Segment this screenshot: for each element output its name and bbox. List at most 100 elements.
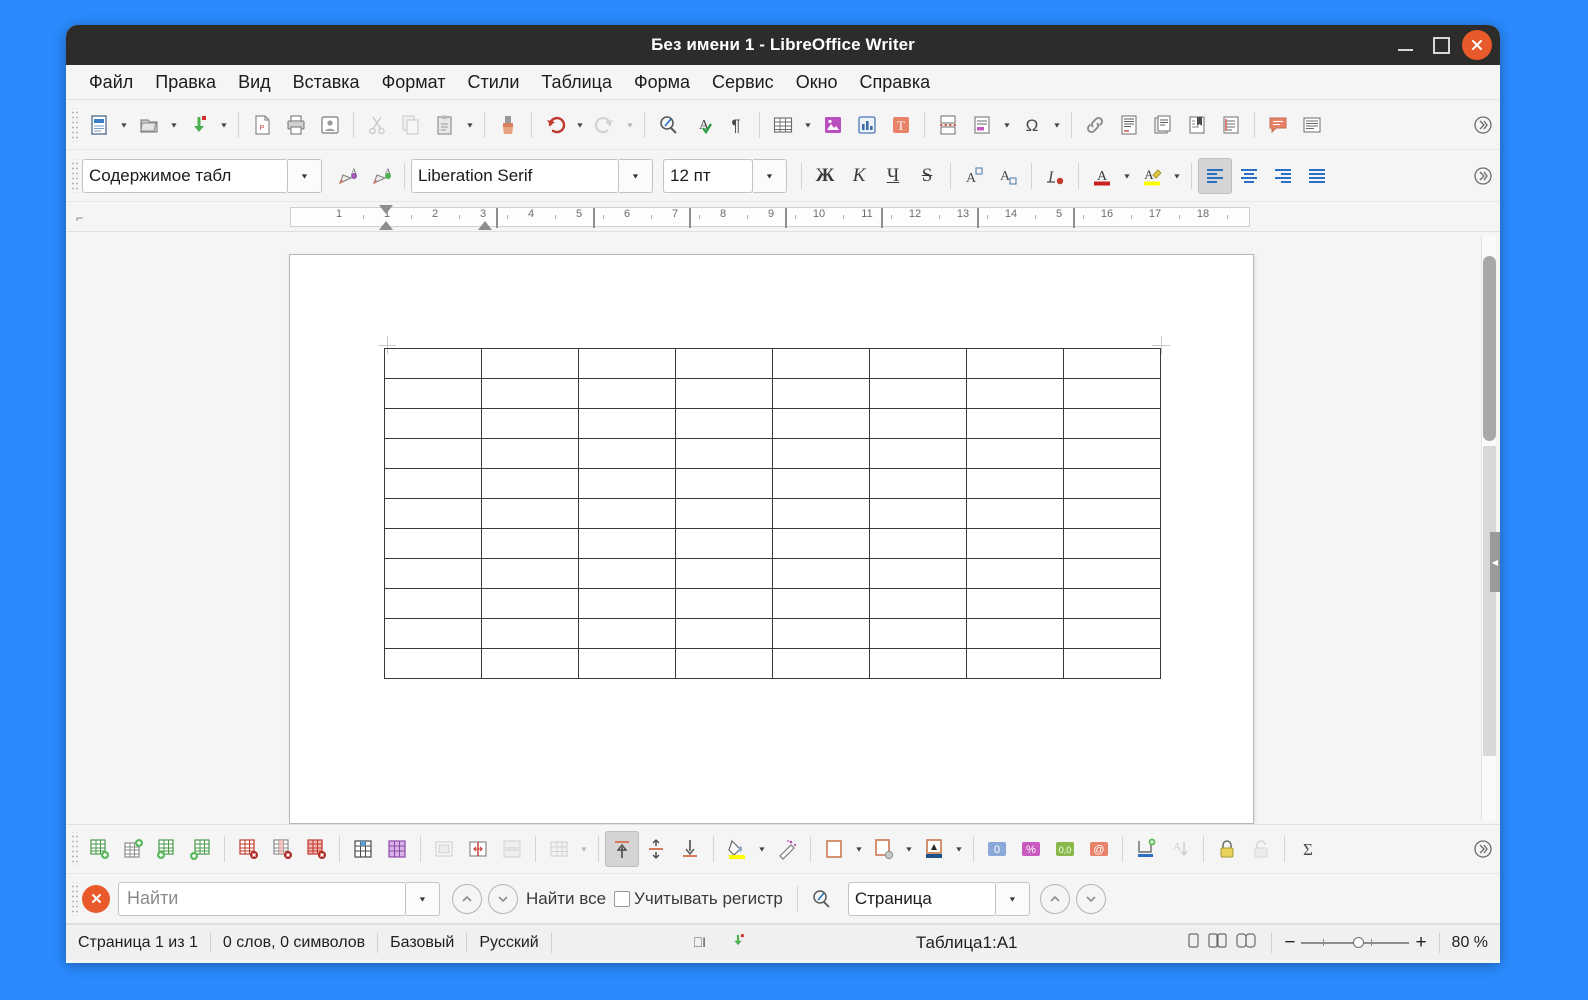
ruler-column-marker[interactable] <box>496 208 498 228</box>
language[interactable]: Русский <box>467 934 550 952</box>
table-toolbar-overflow[interactable] <box>1466 831 1500 867</box>
table-cell[interactable] <box>675 468 773 499</box>
align-bottom-icon[interactable] <box>673 831 707 867</box>
table-row[interactable] <box>384 438 1161 469</box>
table-cell[interactable] <box>578 558 676 589</box>
table-row[interactable] <box>384 468 1161 499</box>
table-cell[interactable] <box>869 468 967 499</box>
export-pdf-icon[interactable]: P <box>245 107 279 143</box>
new-style-icon[interactable]: A <box>364 158 398 194</box>
save-status-icon[interactable] <box>718 932 758 953</box>
number-format-currency-icon[interactable]: @ <box>1082 831 1116 867</box>
table-cell[interactable] <box>481 468 579 499</box>
page-info[interactable]: Страница 1 из 1 <box>66 934 210 952</box>
table-cell[interactable] <box>772 378 870 409</box>
delete-row-icon[interactable] <box>231 831 265 867</box>
menu-window[interactable]: Окно <box>785 69 849 96</box>
open-document-icon[interactable] <box>132 107 166 143</box>
maximize-button[interactable] <box>1426 30 1456 60</box>
scrollbar-thumb[interactable] <box>1483 256 1496 441</box>
number-format-percent-icon[interactable]: % <box>1014 831 1048 867</box>
undo-icon[interactable] <box>538 107 572 143</box>
insert-caption-icon[interactable] <box>1129 831 1163 867</box>
table-row[interactable] <box>384 648 1161 679</box>
close-find-bar-button[interactable] <box>82 884 110 913</box>
toolbar-grip[interactable] <box>70 881 78 916</box>
align-left-button[interactable] <box>1198 157 1232 194</box>
special-character-dropdown[interactable] <box>1049 107 1065 143</box>
table-cell[interactable] <box>675 528 773 559</box>
navigate-previous-button[interactable] <box>1039 883 1070 914</box>
table-cell[interactable] <box>481 618 579 649</box>
italic-button[interactable]: К <box>842 158 876 194</box>
special-character-icon[interactable]: Ω <box>1015 107 1049 143</box>
center-vertically-icon[interactable] <box>639 831 673 867</box>
table-cell[interactable] <box>966 348 1064 379</box>
table-cell[interactable] <box>966 588 1064 619</box>
table-cell[interactable] <box>384 438 482 469</box>
redo-dropdown[interactable] <box>622 107 638 143</box>
table-cell[interactable] <box>1063 408 1161 439</box>
table-cell[interactable] <box>1063 378 1161 409</box>
new-document-dropdown[interactable] <box>116 107 132 143</box>
table-row[interactable] <box>384 348 1161 379</box>
subscript-button[interactable]: A <box>991 158 1025 194</box>
border-color-dropdown[interactable] <box>951 831 967 867</box>
table-cell[interactable] <box>481 438 579 469</box>
menu-form[interactable]: Форма <box>623 69 701 96</box>
menu-styles[interactable]: Стили <box>457 69 531 96</box>
table-cell[interactable] <box>772 528 870 559</box>
table-cell[interactable] <box>966 438 1064 469</box>
menu-format[interactable]: Формат <box>371 69 457 96</box>
find-all-button[interactable]: Найти все <box>526 889 606 909</box>
print-icon[interactable] <box>279 107 313 143</box>
unprotect-cells-icon[interactable] <box>1244 831 1278 867</box>
table-cell[interactable] <box>1063 648 1161 679</box>
ruler-column-marker[interactable] <box>1073 208 1075 228</box>
merge-cells-icon[interactable] <box>427 831 461 867</box>
table-cell[interactable] <box>1063 588 1161 619</box>
table-cell[interactable] <box>869 558 967 589</box>
standard-toolbar-overflow[interactable] <box>1466 107 1500 143</box>
find-and-replace-button[interactable] <box>804 881 838 917</box>
table-cell[interactable] <box>1063 618 1161 649</box>
hyperlink-icon[interactable] <box>1078 107 1112 143</box>
document-page[interactable] <box>289 254 1254 824</box>
paste-icon[interactable] <box>428 107 462 143</box>
insert-field-icon[interactable] <box>965 107 999 143</box>
table-row[interactable] <box>384 618 1161 649</box>
table-cell[interactable] <box>966 618 1064 649</box>
undo-dropdown[interactable] <box>572 107 588 143</box>
insert-textbox-icon[interactable]: T <box>884 107 918 143</box>
ruler-scale[interactable]: 1 1 2 3 4 5 6 7 8 9 10 11 12 13 14 5 16 17 18 <box>290 205 1250 230</box>
match-case-label[interactable]: Учитывать регистр <box>634 889 783 909</box>
close-button[interactable] <box>1462 30 1492 60</box>
table-cell[interactable] <box>966 648 1064 679</box>
paragraph-style-input[interactable]: Содержимое табл <box>82 158 288 193</box>
find-input[interactable]: Найти <box>118 881 406 916</box>
table-cell[interactable] <box>578 588 676 619</box>
insert-table-icon[interactable] <box>766 107 800 143</box>
spelling-icon[interactable]: A <box>685 107 719 143</box>
align-top-icon[interactable] <box>605 831 639 867</box>
formatting-marks-icon[interactable]: ¶ <box>719 107 753 143</box>
paste-dropdown[interactable] <box>462 107 478 143</box>
ruler-column-marker[interactable] <box>881 208 883 228</box>
delete-table-icon[interactable] <box>299 831 333 867</box>
protect-cells-icon[interactable] <box>1210 831 1244 867</box>
table-cell[interactable] <box>675 408 773 439</box>
table-cell[interactable] <box>384 558 482 589</box>
endnote-icon[interactable] <box>1146 107 1180 143</box>
table-cell[interactable] <box>772 348 870 379</box>
clear-formatting-button[interactable]: I <box>1038 158 1072 194</box>
table-row[interactable] <box>384 528 1161 559</box>
merge-table-icon[interactable] <box>495 831 529 867</box>
table-cell[interactable] <box>966 408 1064 439</box>
align-justify-button[interactable] <box>1300 158 1334 194</box>
table-background-color-icon[interactable] <box>720 831 754 867</box>
insert-row-below-icon[interactable] <box>116 831 150 867</box>
save-document-dropdown[interactable] <box>216 107 232 143</box>
cross-reference-icon[interactable] <box>1214 107 1248 143</box>
strikethrough-button[interactable]: S <box>910 158 944 194</box>
table-cell[interactable] <box>384 408 482 439</box>
